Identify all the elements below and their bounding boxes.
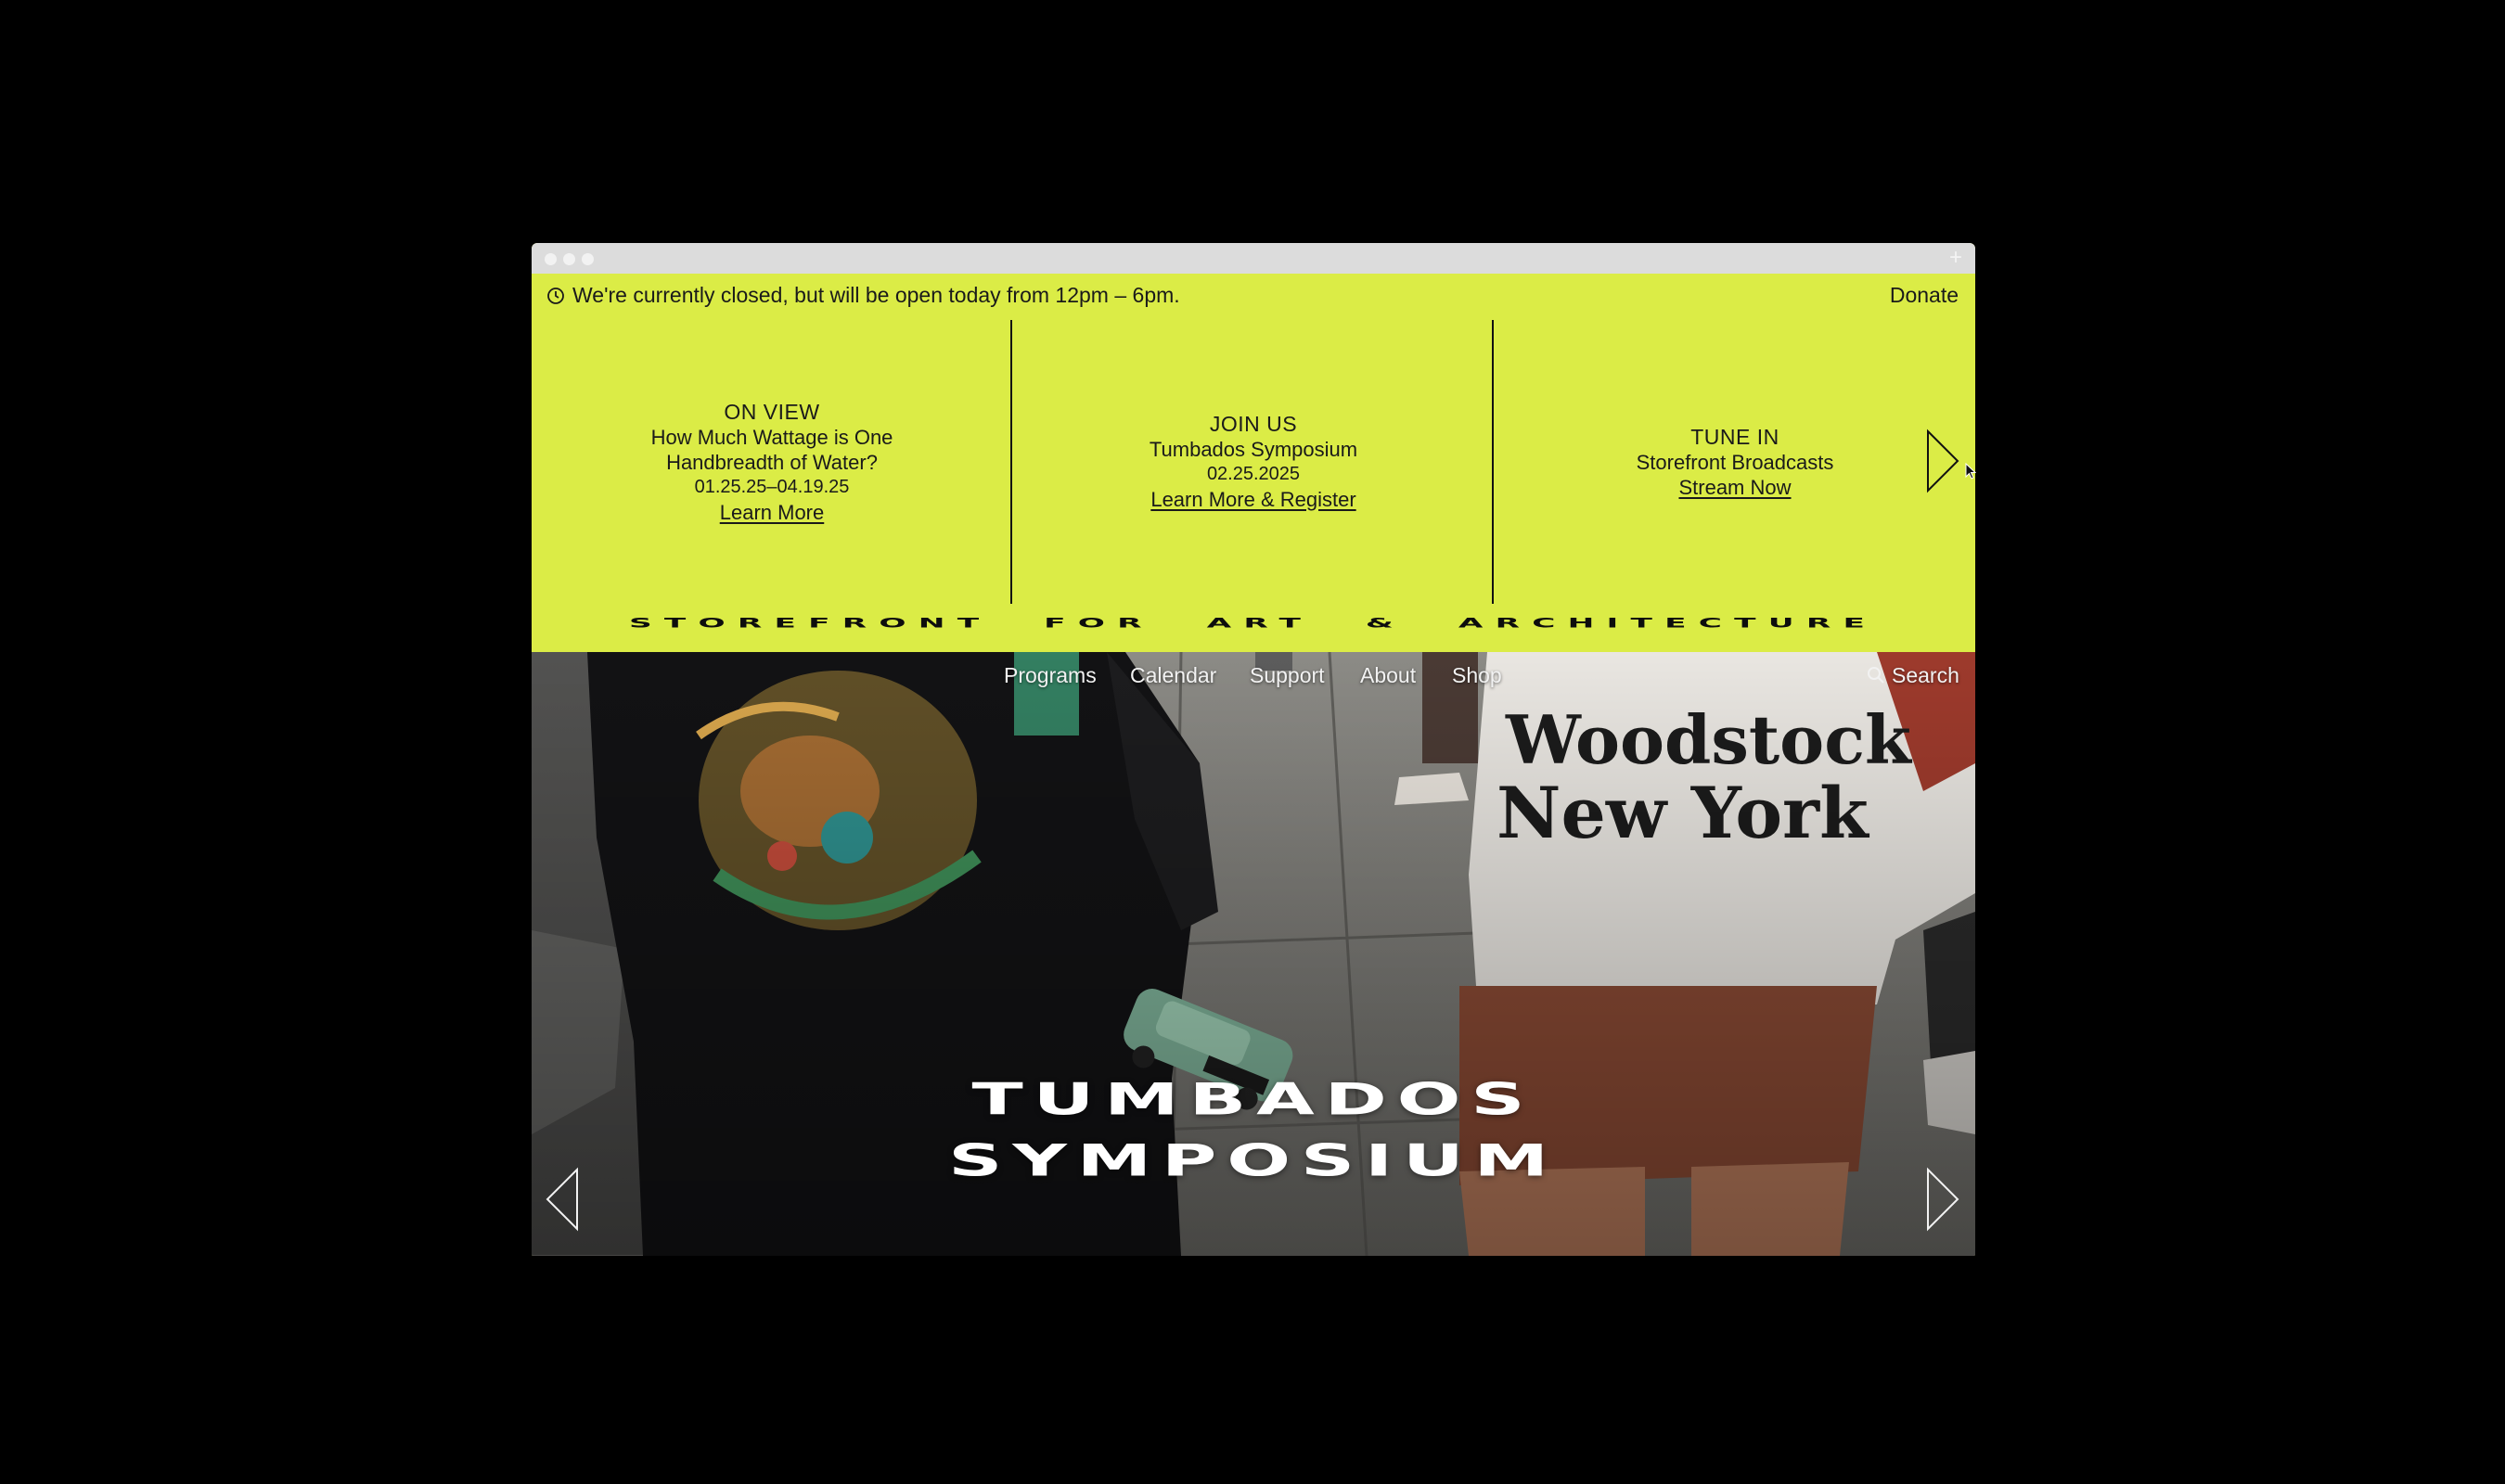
- nav-shop[interactable]: Shop: [1452, 663, 1502, 687]
- search-icon[interactable]: [1867, 666, 1885, 684]
- nav-about[interactable]: About: [1360, 663, 1416, 687]
- hero-title-line-2: SYMPOSIUM: [948, 1135, 1559, 1187]
- promo-title: Storefront Broadcasts: [1636, 450, 1834, 474]
- promo-kicker: JOIN US: [1209, 412, 1298, 436]
- promo-on-view: ON VIEW How Much Wattage is One Handbrea…: [532, 320, 1012, 604]
- promo-date: 02.25.2025: [1206, 464, 1301, 484]
- main-nav: Programs Calendar Support About Shop Sea…: [532, 652, 1975, 695]
- nav-calendar[interactable]: Calendar: [1130, 663, 1216, 687]
- hero-slideshow: Woodstock New York Programs Calendar Sup…: [532, 652, 1975, 1256]
- column-divider: [1010, 320, 1012, 604]
- slide-next-arrow-icon[interactable]: [1925, 1167, 1960, 1232]
- promo-join-us: JOIN US Tumbados Symposium 02.25.2025 Le…: [1013, 320, 1494, 604]
- close-window-button[interactable]: [545, 253, 557, 265]
- learn-more-link[interactable]: Learn More: [720, 500, 825, 526]
- column-divider: [1492, 320, 1494, 604]
- site-wordmark[interactable]: STOREFRONT FOR ART & ARCHITECTURE: [532, 604, 1975, 643]
- nav-support[interactable]: Support: [1250, 663, 1325, 687]
- minimize-window-button[interactable]: [563, 253, 575, 265]
- opening-hours-text: We're currently closed, but will be open…: [572, 283, 1180, 307]
- slide-prev-arrow-icon[interactable]: [545, 1167, 580, 1232]
- wordmark-text: STOREFRONT FOR ART & ARCHITECTURE: [629, 615, 1878, 632]
- promo-title: How Much Wattage is One Handbreadth of W…: [650, 425, 893, 474]
- promo-kicker: TUNE IN: [1690, 424, 1779, 449]
- promo-strip: ON VIEW How Much Wattage is One Handbrea…: [532, 316, 1975, 604]
- learn-more-register-link[interactable]: Learn More & Register: [1150, 487, 1355, 513]
- mouse-cursor-icon: [1965, 463, 1976, 480]
- stream-now-link[interactable]: Stream Now: [1678, 475, 1791, 501]
- hero-title[interactable]: TUMBADOS SYMPOSIUM: [532, 1069, 1975, 1192]
- promo-title: Tumbados Symposium: [1149, 438, 1358, 461]
- donate-link[interactable]: Donate: [1890, 283, 1959, 307]
- status-bar: We're currently closed, but will be open…: [532, 274, 1975, 316]
- browser-titlebar: +: [532, 243, 1975, 274]
- promo-next-arrow-icon[interactable]: [1925, 429, 1960, 493]
- browser-window: + We're currently closed, but will be op…: [532, 243, 1975, 1256]
- promo-tune-in: TUNE IN Storefront Broadcasts Stream Now: [1495, 320, 1975, 604]
- hero-title-line-1: TUMBADOS: [971, 1074, 1535, 1126]
- promo-date: 01.25.25–04.19.25: [694, 476, 850, 497]
- new-tab-icon[interactable]: +: [1949, 247, 1962, 269]
- clock-icon: [547, 288, 564, 304]
- search-link[interactable]: Search: [1892, 663, 1959, 687]
- promo-kicker: ON VIEW: [724, 399, 820, 424]
- nav-programs[interactable]: Programs: [1004, 663, 1097, 687]
- maximize-window-button[interactable]: [582, 253, 594, 265]
